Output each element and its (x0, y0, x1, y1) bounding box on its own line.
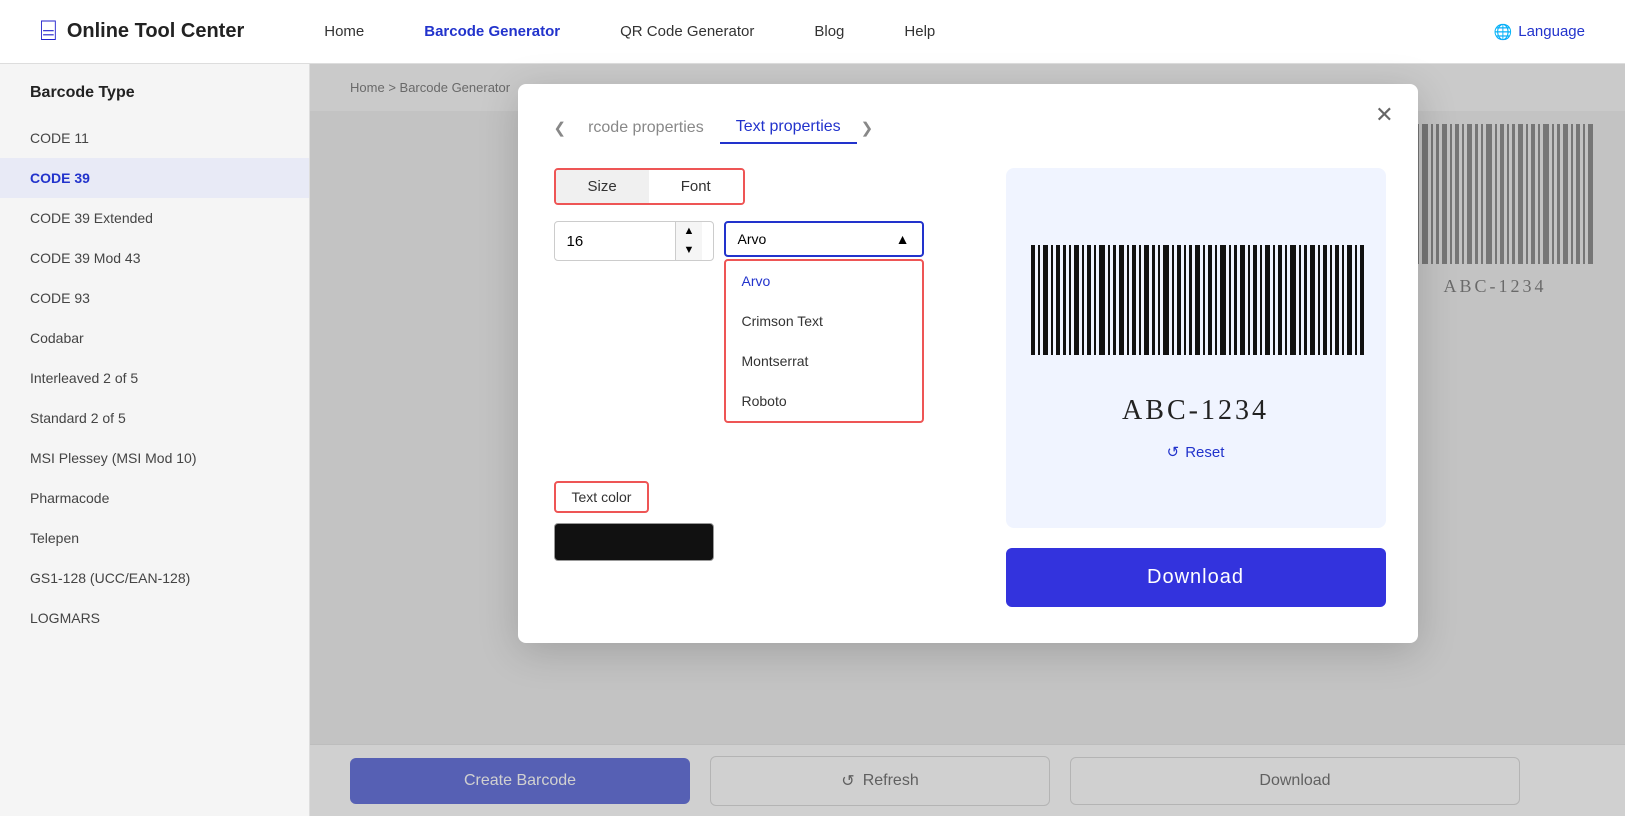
font-select-header[interactable]: Arvo ▲ (724, 221, 924, 257)
next-tab-arrow[interactable]: ❯ (861, 119, 874, 137)
sidebar-item-codabar[interactable]: Codabar (0, 318, 309, 358)
reset-icon: ↺ (1167, 443, 1180, 461)
logo: ⌸ Online Tool Center (40, 15, 244, 48)
subtab-font[interactable]: Font (649, 170, 743, 203)
language-button[interactable]: 🌐 Language (1494, 23, 1585, 41)
nav-qr-code[interactable]: QR Code Generator (620, 23, 754, 40)
font-option-arvo[interactable]: Arvo (726, 261, 922, 301)
font-option-montserrat[interactable]: Montserrat (726, 341, 922, 381)
logo-icon: ⌸ (40, 15, 57, 48)
modal-close-button[interactable]: ✕ (1375, 102, 1393, 128)
sidebar: Barcode Type CODE 11 CODE 39 CODE 39 Ext… (0, 64, 310, 816)
barcode-svg-area (1026, 245, 1366, 375)
nav-help[interactable]: Help (904, 23, 935, 40)
prev-tab-arrow[interactable]: ❮ (554, 119, 567, 137)
text-color-section: Text color (554, 481, 974, 561)
reset-label: Reset (1185, 444, 1224, 461)
sidebar-item-msi[interactable]: MSI Plessey (MSI Mod 10) (0, 438, 309, 478)
header: ⌸ Online Tool Center Home Barcode Genera… (0, 0, 1625, 64)
sidebar-item-pharmacode[interactable]: Pharmacode (0, 478, 309, 518)
nav-home[interactable]: Home (324, 23, 364, 40)
sidebar-item-logmars[interactable]: LOGMARS (0, 598, 309, 638)
sidebar-item-standard25[interactable]: Standard 2 of 5 (0, 398, 309, 438)
sidebar-item-code39ext[interactable]: CODE 39 Extended (0, 198, 309, 238)
modal-download-button[interactable]: Download (1006, 548, 1386, 607)
sidebar-item-code39[interactable]: CODE 39 (0, 158, 309, 198)
size-spinners: ▲ ▼ (675, 222, 703, 260)
size-down-button[interactable]: ▼ (676, 241, 703, 260)
modal-left-panel: Size Font ▲ ▼ (554, 168, 974, 607)
sidebar-item-telepen[interactable]: Telepen (0, 518, 309, 558)
modal-tabs: ❮ rcode properties Text properties ❯ (554, 112, 1382, 144)
chevron-up-icon: ▲ (896, 231, 910, 247)
sidebar-item-code39mod43[interactable]: CODE 39 Mod 43 (0, 238, 309, 278)
size-up-button[interactable]: ▲ (676, 222, 703, 241)
content-area: Home > Barcode Generator (310, 64, 1625, 816)
size-input-row: ▲ ▼ Arvo ▲ Arv (554, 221, 974, 261)
nav-blog[interactable]: Blog (814, 23, 844, 40)
sidebar-item-code93[interactable]: CODE 93 (0, 278, 309, 318)
main-layout: Barcode Type CODE 11 CODE 39 CODE 39 Ext… (0, 64, 1625, 816)
size-input[interactable] (555, 225, 675, 258)
reset-button[interactable]: ↺ Reset (1167, 443, 1225, 461)
modal: ✕ ❮ rcode properties Text properties ❯ S… (518, 84, 1418, 643)
sidebar-item-interleaved[interactable]: Interleaved 2 of 5 (0, 358, 309, 398)
modal-body: Size Font ▲ ▼ (554, 168, 1382, 607)
sidebar-title: Barcode Type (0, 84, 309, 118)
font-selected-label: Arvo (738, 231, 767, 247)
nav-links: Home Barcode Generator QR Code Generator… (324, 23, 1493, 40)
logo-text: Online Tool Center (67, 20, 244, 43)
tab-barcode-properties[interactable]: rcode properties (572, 113, 720, 143)
subtabs: Size Font (554, 168, 745, 205)
barcode-label: ABC-1234 (1122, 395, 1269, 427)
barcode-svg (1026, 245, 1366, 375)
globe-icon: 🌐 (1494, 23, 1513, 41)
modal-right-panel: ABC-1234 ↺ Reset Download (1006, 168, 1386, 607)
font-option-crimson[interactable]: Crimson Text (726, 301, 922, 341)
modal-overlay: ✕ ❮ rcode properties Text properties ❯ S… (310, 64, 1625, 816)
tab-text-properties[interactable]: Text properties (720, 112, 857, 144)
subtab-size[interactable]: Size (556, 170, 649, 203)
font-dropdown: Arvo ▲ Arvo Crimson Text Montserrat Robo… (724, 221, 924, 423)
sidebar-item-gs1[interactable]: GS1-128 (UCC/EAN-128) (0, 558, 309, 598)
text-color-label: Text color (554, 481, 650, 513)
nav-barcode-generator[interactable]: Barcode Generator (424, 23, 560, 40)
language-label: Language (1518, 23, 1585, 40)
font-option-roboto[interactable]: Roboto (726, 381, 922, 421)
size-input-wrapper: ▲ ▼ (554, 221, 714, 261)
font-dropdown-list: Arvo Crimson Text Montserrat Roboto (724, 259, 924, 423)
sidebar-item-code11[interactable]: CODE 11 (0, 118, 309, 158)
color-swatch[interactable] (554, 523, 714, 561)
barcode-preview-box: ABC-1234 ↺ Reset (1006, 168, 1386, 528)
